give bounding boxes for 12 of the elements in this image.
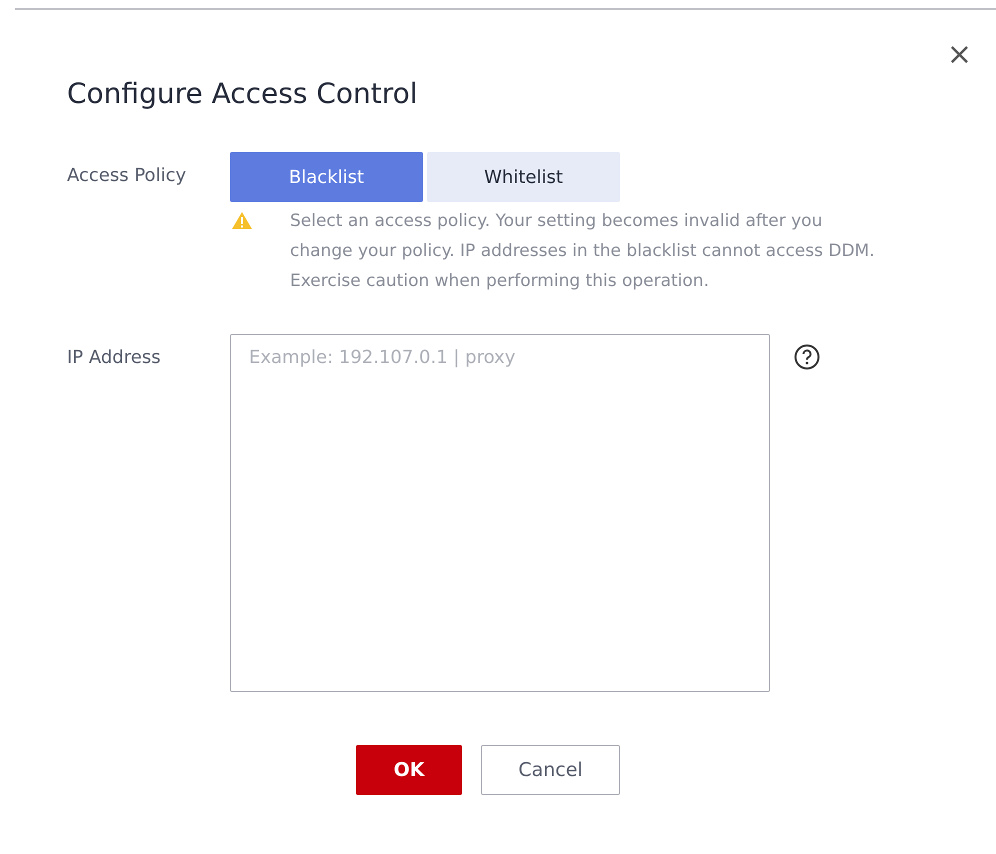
field-label: IP Address <box>67 346 162 368</box>
cancel-button[interactable]: Cancel <box>481 745 620 795</box>
ok-button[interactable]: OK <box>356 745 462 795</box>
dialog-title: Configure Access Control <box>67 80 418 108</box>
warning-icon <box>232 212 252 229</box>
warning-text: Select an access policy. Your setting becomes invalid after you change your policy. IP addresses in the blacklist cannot access DDM. Exercise caution when performing this operation. <box>290 210 876 293</box>
close-button[interactable]: × <box>946 40 972 70</box>
help-icon[interactable] <box>794 344 820 370</box>
policy-tab[interactable]: Blacklist <box>230 152 423 202</box>
ip-address-field[interactable]: Example: 192.107.0.1 | proxy <box>230 334 770 692</box>
field-label: Access Policy <box>67 164 188 188</box>
policy-tab[interactable]: Whitelist <box>427 152 620 202</box>
